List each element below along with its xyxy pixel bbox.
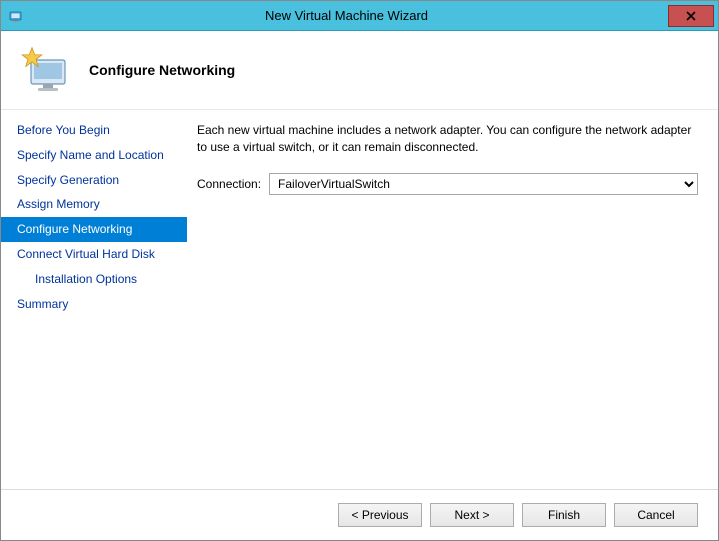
previous-button[interactable]: < Previous <box>338 503 422 527</box>
nav-step[interactable]: Installation Options <box>1 267 187 292</box>
nav-step[interactable]: Configure Networking <box>1 217 187 242</box>
close-button[interactable] <box>668 5 714 27</box>
wizard-nav: Before You BeginSpecify Name and Locatio… <box>1 110 187 489</box>
description-text: Each new virtual machine includes a netw… <box>197 122 698 157</box>
wizard-icon <box>19 44 71 96</box>
nav-step[interactable]: Summary <box>1 292 187 317</box>
window-title: New Virtual Machine Wizard <box>25 8 668 23</box>
page-title: Configure Networking <box>89 62 235 78</box>
wizard-header: Configure Networking <box>1 31 718 109</box>
next-button[interactable]: Next > <box>430 503 514 527</box>
connection-label: Connection: <box>197 177 261 191</box>
connection-row: Connection: FailoverVirtualSwitch <box>197 173 698 195</box>
nav-step[interactable]: Specify Name and Location <box>1 143 187 168</box>
finish-button[interactable]: Finish <box>522 503 606 527</box>
cancel-button[interactable]: Cancel <box>614 503 698 527</box>
wizard-body: Before You BeginSpecify Name and Locatio… <box>1 109 718 489</box>
nav-step[interactable]: Connect Virtual Hard Disk <box>1 242 187 267</box>
nav-step[interactable]: Specify Generation <box>1 168 187 193</box>
wizard-footer: < Previous Next > Finish Cancel <box>1 489 718 539</box>
app-icon <box>9 8 25 24</box>
nav-step[interactable]: Before You Begin <box>1 118 187 143</box>
connection-select[interactable]: FailoverVirtualSwitch <box>269 173 698 195</box>
titlebar: New Virtual Machine Wizard <box>1 1 718 31</box>
wizard-content: Each new virtual machine includes a netw… <box>187 110 718 489</box>
nav-step[interactable]: Assign Memory <box>1 192 187 217</box>
